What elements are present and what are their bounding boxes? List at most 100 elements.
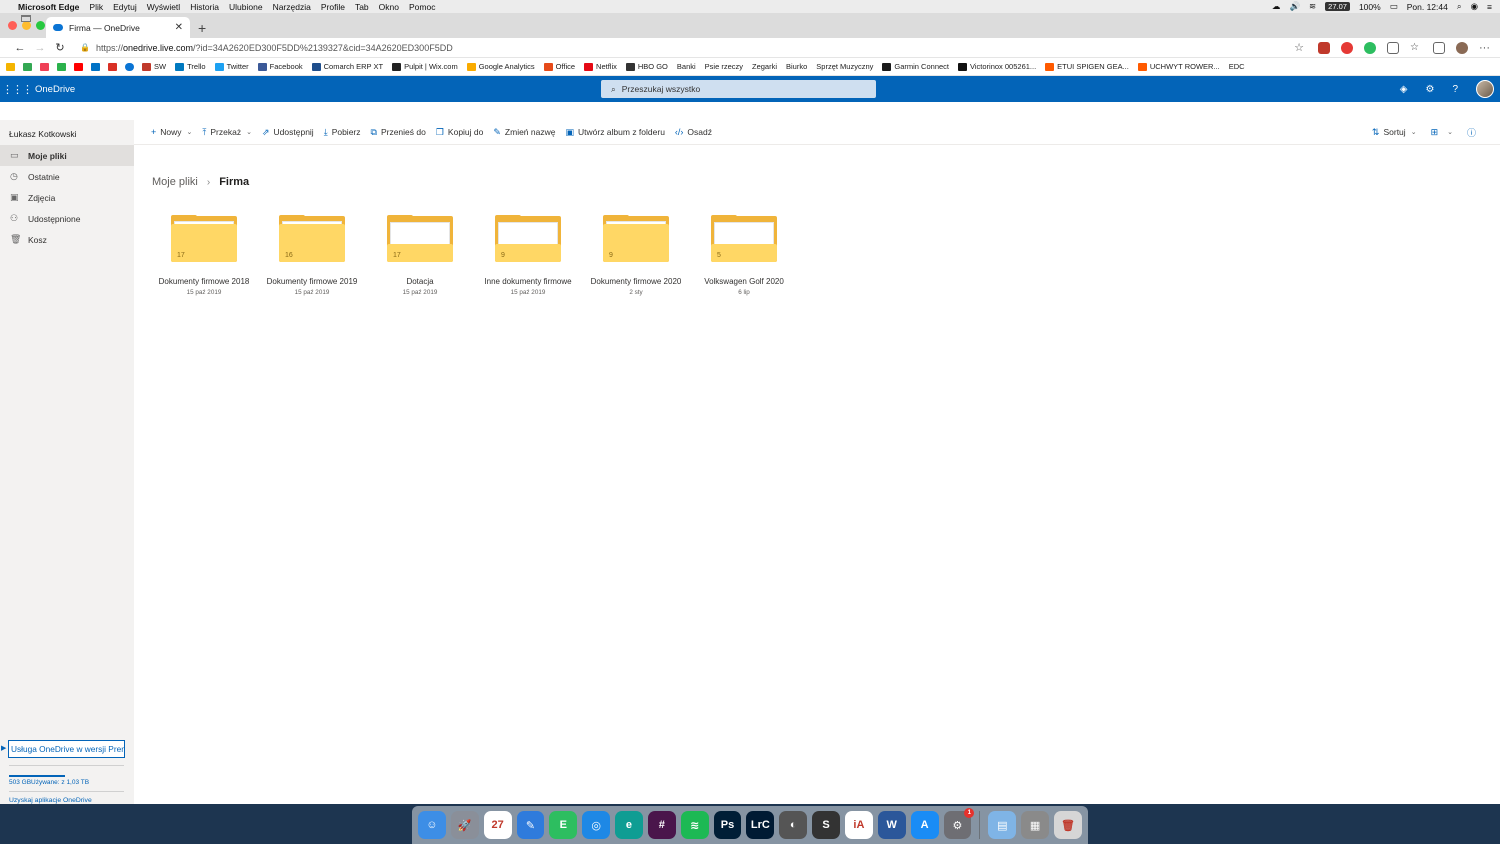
profile-avatar[interactable] xyxy=(1456,41,1468,54)
extension-adblock-icon[interactable] xyxy=(1341,41,1353,54)
folder-tile[interactable]: 9 Inne dokumenty firmowe 15 paź 2019 xyxy=(474,214,582,298)
bookmark-icon-puzzle[interactable] xyxy=(23,62,32,71)
menu-item[interactable]: Narzędzia xyxy=(273,2,311,12)
onedrive-brand[interactable]: OneDrive xyxy=(35,84,75,95)
dock-evernote-icon[interactable]: E xyxy=(549,811,578,839)
details-pane-button[interactable]: ⓘ xyxy=(1467,126,1480,139)
download-button[interactable]: ⤓ Pobierz xyxy=(324,127,361,138)
folder-name[interactable]: Dokumenty firmowe 2018 xyxy=(150,277,258,286)
search-box[interactable]: ⌕ Przeszukaj wszystko xyxy=(601,80,876,98)
close-tab-icon[interactable]: ✕ xyxy=(175,22,183,33)
premium-diamond-icon[interactable]: ◈ xyxy=(1400,84,1408,95)
extension-evernote-icon[interactable] xyxy=(1364,41,1376,54)
new-button[interactable]: + Nowy ⌄ xyxy=(151,127,192,137)
rename-button[interactable]: ✎ Zmień nazwę xyxy=(493,127,555,138)
get-apps-link[interactable]: Uzyskaj aplikacje OneDrive xyxy=(9,797,92,804)
menubar-badge[interactable]: 27.07 xyxy=(1325,2,1350,11)
dock-scrivener-icon[interactable]: S xyxy=(812,811,840,839)
menu-item[interactable]: Wyświetl xyxy=(147,2,180,12)
url-field[interactable]: https://onedrive.live.com/?id=34A2620ED3… xyxy=(96,43,1294,53)
breadcrumb-current[interactable]: Firma xyxy=(219,176,249,188)
new-tab-button[interactable]: + xyxy=(198,20,206,38)
wifi-icon[interactable]: ≋ xyxy=(1309,1,1316,12)
dock-things-icon[interactable]: ✎ xyxy=(516,811,545,839)
dock-ia-writer-icon[interactable]: iA xyxy=(844,811,873,839)
account-avatar[interactable] xyxy=(1476,80,1494,98)
collections-icon[interactable] xyxy=(1433,41,1445,54)
bookmark-item[interactable]: Netflix xyxy=(584,62,617,71)
dock-calendar-icon[interactable]: 27 xyxy=(483,811,512,839)
dock-app-store-icon[interactable]: A xyxy=(910,811,939,839)
premium-button[interactable]: Usługa OneDrive w wersji Premium xyxy=(8,740,125,758)
create-album-button[interactable]: ▣ Utwórz album z folderu xyxy=(565,127,664,138)
dock-spotify-icon[interactable]: ≋ xyxy=(680,811,709,839)
bookmark-item[interactable]: ETUI SPIGEN GEA... xyxy=(1045,62,1129,71)
dock-photoshop-icon[interactable]: Ps xyxy=(713,811,742,839)
folder-tile[interactable]: 16 Dokumenty firmowe 2019 15 paź 2019 xyxy=(258,214,366,298)
bookmark-icon-outlook[interactable] xyxy=(91,62,100,71)
siri-icon[interactable]: ◉ xyxy=(1471,1,1478,12)
forward-button[interactable]: → xyxy=(30,42,50,54)
folder-name[interactable]: Volkswagen Golf 2020 xyxy=(690,277,798,286)
folder-tile[interactable]: 5 Volkswagen Golf 2020 6 lip xyxy=(690,214,798,298)
control-center-icon[interactable]: ≡ xyxy=(1487,2,1492,12)
embed-button[interactable]: ‹/› Osadź xyxy=(675,127,712,137)
bookmark-item[interactable]: Victorinox 005261... xyxy=(958,62,1036,71)
menu-item[interactable]: Pomoc xyxy=(409,2,435,12)
dock-lightroom-icon[interactable]: LrC xyxy=(746,811,775,839)
bookmark-icon-youtube[interactable] xyxy=(74,62,83,71)
view-switcher-button[interactable]: ⊞ ⌄ xyxy=(1431,127,1453,138)
nav-item-clock[interactable]: ◷ Ostatnie xyxy=(0,166,134,187)
bookmark-icon-feedly[interactable] xyxy=(57,62,66,71)
minimize-window-button[interactable] xyxy=(22,21,31,30)
storage-usage-link[interactable]: 503 GBUżywane: z 1,03 TB xyxy=(9,779,89,786)
folder-name[interactable]: Dokumenty firmowe 2019 xyxy=(258,277,366,286)
zoom-window-button[interactable] xyxy=(36,21,45,30)
bookmark-item[interactable]: Pulpit | Wix.com xyxy=(392,62,458,71)
nav-item-folder[interactable]: ▭ Moje pliki xyxy=(0,145,134,166)
folder-name[interactable]: Dotacja xyxy=(366,277,474,286)
menu-item[interactable]: Edytuj xyxy=(113,2,137,12)
upload-button[interactable]: ⤒ Przekaż ⌄ xyxy=(202,127,252,138)
menu-item[interactable]: Historia xyxy=(190,2,219,12)
bookmark-item[interactable]: Trello xyxy=(175,62,206,71)
bookmark-icon-apps[interactable] xyxy=(6,62,15,71)
bookmark-icon-gmail[interactable] xyxy=(108,62,117,71)
move-to-button[interactable]: ⧉ Przenieś do xyxy=(371,127,426,138)
bookmark-item[interactable]: EDC xyxy=(21,15,1245,71)
bookmark-item[interactable]: SW xyxy=(142,62,166,71)
bookmark-item[interactable]: Twitter xyxy=(214,62,249,71)
app-launcher-icon[interactable]: ⋮⋮⋮ xyxy=(2,83,33,96)
spotlight-icon[interactable]: ⌕ xyxy=(1457,1,1462,12)
settings-gear-icon[interactable]: ⚙ xyxy=(1425,84,1434,95)
favorites-icon[interactable]: ☆ xyxy=(1410,41,1422,54)
folder-tile[interactable]: 9 Dokumenty firmowe 2020 2 sty xyxy=(582,214,690,298)
nav-item-image[interactable]: ▣ Zdjęcia xyxy=(0,187,134,208)
menu-item[interactable]: Tab xyxy=(355,2,369,12)
dock-slack-icon[interactable]: # xyxy=(647,811,676,839)
breadcrumb-root[interactable]: Moje pliki xyxy=(152,176,198,188)
folder-tile[interactable]: 17 Dotacja 15 paź 2019 xyxy=(366,214,474,298)
bookmark-item[interactable]: HBO GO xyxy=(625,62,668,71)
bookmark-item[interactable]: Facebook xyxy=(257,62,303,71)
lock-icon[interactable]: 🔒 xyxy=(80,43,90,52)
clock[interactable]: Pon. 12:44 xyxy=(1407,2,1448,12)
menu-item[interactable]: Plik xyxy=(89,2,103,12)
bookmark-item[interactable]: Office xyxy=(543,62,575,71)
nav-item-trash[interactable]: 🗑 Kosz xyxy=(0,229,134,250)
bookmark-icon-onedrive[interactable] xyxy=(125,62,134,71)
dock-launchpad-icon[interactable]: 🚀 xyxy=(450,811,479,839)
bookmark-item[interactable]: Psie rzeczy xyxy=(21,15,743,71)
nav-item-people[interactable]: ⚇ Udostępnione xyxy=(0,208,134,229)
sort-button[interactable]: ⇅ Sortuj ⌄ xyxy=(1372,127,1417,138)
dock-safari-icon[interactable]: ◎ xyxy=(582,811,611,839)
menu-app-name[interactable]: Microsoft Edge xyxy=(18,2,79,12)
close-window-button[interactable] xyxy=(8,21,17,30)
reload-button[interactable]: ↻ xyxy=(50,41,70,54)
bookmark-item[interactable]: UCHWYT ROWER... xyxy=(1137,62,1220,71)
menu-item[interactable]: Okno xyxy=(379,2,399,12)
dock-screenflow-icon[interactable]: ◐ xyxy=(779,811,808,839)
folder-name[interactable]: Dokumenty firmowe 2020 xyxy=(582,277,690,286)
bookmark-item[interactable]: Google Analytics xyxy=(466,62,535,71)
battery-percent[interactable]: 100% xyxy=(1359,2,1381,12)
